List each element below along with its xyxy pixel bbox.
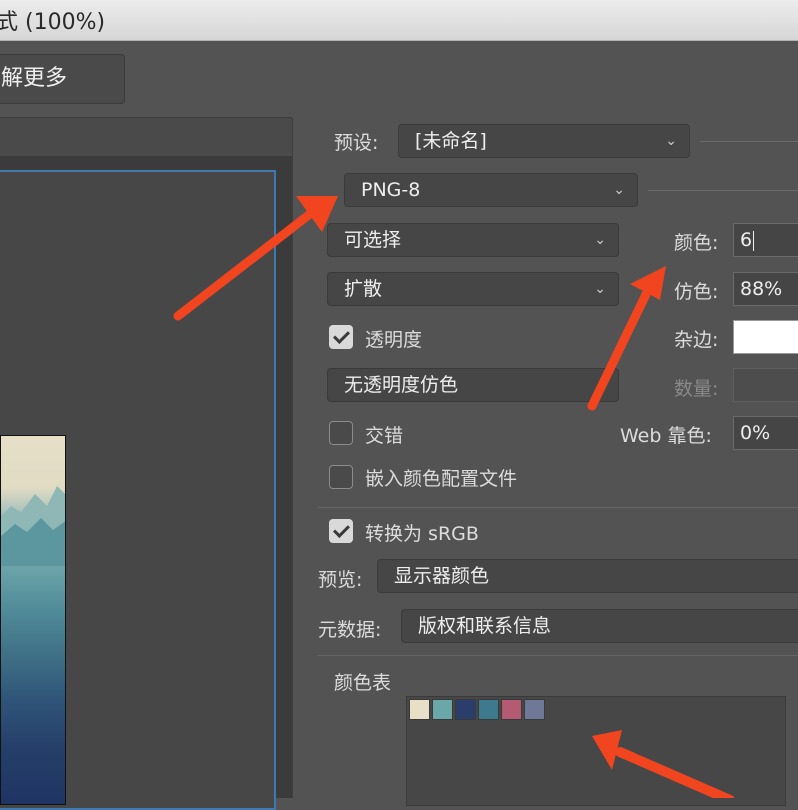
panel-separator — [292, 118, 293, 798]
divider-line — [648, 190, 798, 191]
window-title-bar: 式 (100%) — [0, 0, 798, 41]
window-title: 式 (100%) — [0, 10, 106, 35]
dither-label: 仿色: — [674, 281, 719, 303]
learn-more-button[interactable]: 解更多 — [0, 54, 125, 104]
interlaced-checkbox[interactable] — [329, 421, 353, 445]
preview-panel-header — [0, 118, 292, 156]
divider-line — [700, 141, 798, 142]
embed-profile-checkbox[interactable] — [329, 465, 353, 489]
colors-input[interactable]: 6 — [733, 223, 798, 257]
color-swatch[interactable] — [501, 699, 522, 720]
matte-label: 杂边: — [674, 329, 719, 351]
preset-label: 预设: — [334, 132, 379, 154]
metadata-select[interactable]: 版权和联系信息 — [401, 609, 798, 643]
color-swatch[interactable] — [524, 699, 545, 720]
dither-value: 88% — [740, 278, 783, 300]
mountain-silhouette — [1, 486, 65, 566]
color-swatch[interactable] — [455, 699, 476, 720]
color-reduction-select[interactable]: 可选择 ⌄ — [327, 223, 619, 257]
color-swatch[interactable] — [432, 699, 453, 720]
colors-value: 6 — [740, 229, 753, 251]
preset-select[interactable]: [未命名] ⌄ — [398, 124, 690, 158]
chevron-down-icon: ⌄ — [665, 133, 677, 149]
preview-label: 预览: — [318, 569, 363, 591]
metadata-value: 版权和联系信息 — [418, 615, 552, 637]
web-snap-input[interactable]: 0% — [733, 416, 798, 450]
matte-color-swatch[interactable] — [733, 320, 798, 354]
web-snap-label: Web 靠色: — [620, 425, 712, 447]
section-divider — [318, 655, 798, 656]
color-swatch[interactable] — [478, 699, 499, 720]
convert-srgb-checkbox[interactable] — [329, 519, 353, 543]
dither-input[interactable]: 88% — [733, 272, 798, 306]
color-swatch[interactable] — [409, 699, 430, 720]
embed-profile-label: 嵌入颜色配置文件 — [365, 468, 518, 490]
transparency-label: 透明度 — [365, 329, 423, 351]
chevron-down-icon: ⌄ — [594, 281, 606, 297]
text-cursor — [753, 230, 755, 251]
colors-label: 颜色: — [674, 232, 719, 254]
preview-image — [0, 435, 66, 805]
preset-value: [未命名] — [415, 130, 487, 152]
metadata-label: 元数据: — [318, 619, 382, 641]
convert-srgb-label: 转换为 sRGB — [365, 523, 479, 545]
interlaced-label: 交错 — [365, 425, 404, 447]
preview-value: 显示器颜色 — [394, 565, 490, 587]
dither-algorithm-select[interactable]: 扩散 ⌄ — [327, 272, 619, 306]
chevron-down-icon: ⌄ — [594, 232, 606, 248]
web-snap-value: 0% — [740, 422, 771, 444]
transparency-dither-select[interactable]: 无透明度仿色 — [327, 368, 619, 402]
section-divider — [318, 507, 798, 508]
format-value: PNG-8 — [361, 179, 421, 201]
chevron-down-icon: ⌄ — [613, 182, 625, 198]
format-select[interactable]: PNG-8 ⌄ — [344, 173, 638, 207]
dither-algorithm-value: 扩散 — [344, 278, 383, 300]
transparency-dither-value: 无透明度仿色 — [344, 374, 459, 396]
amount-input[interactable] — [733, 368, 798, 402]
color-reduction-value: 可选择 — [344, 229, 402, 251]
color-table-title: 颜色表 — [334, 672, 392, 694]
preview-select[interactable]: 显示器颜色 — [377, 559, 798, 593]
transparency-checkbox[interactable] — [329, 325, 353, 349]
amount-label: 数量: — [674, 378, 719, 400]
